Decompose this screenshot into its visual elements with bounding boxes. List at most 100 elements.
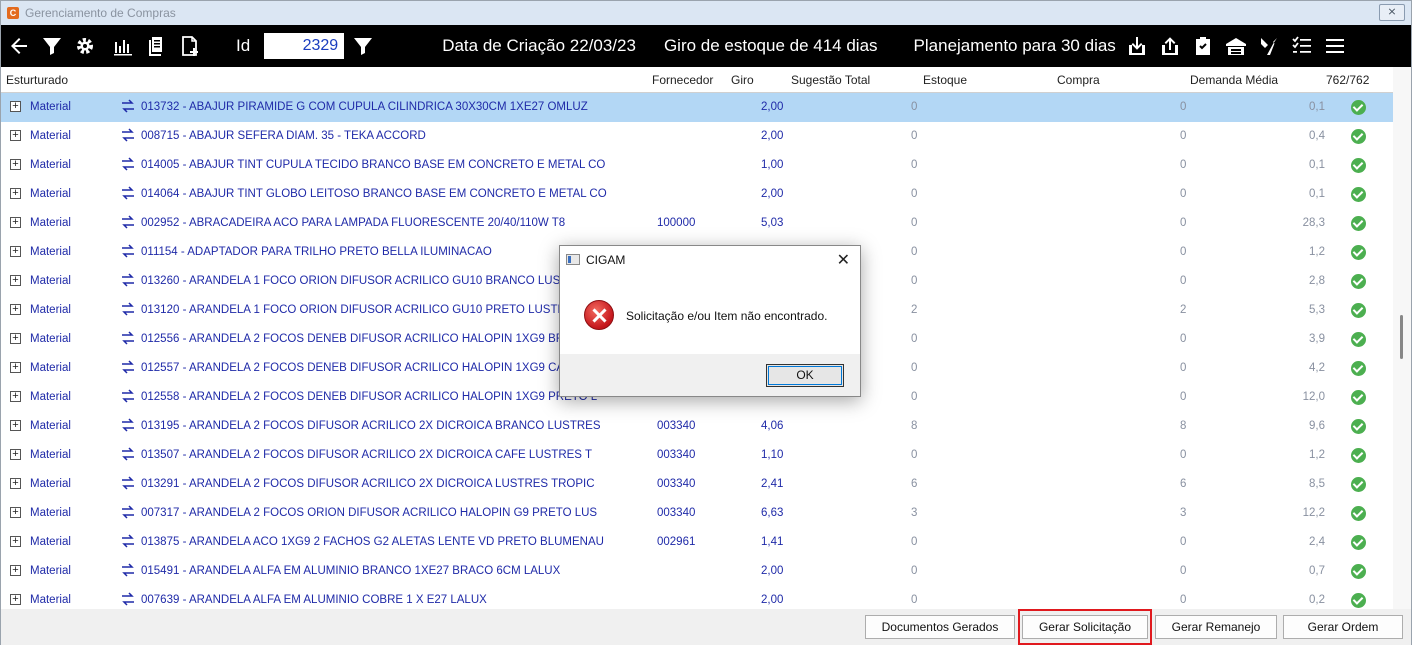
back-arrow-icon[interactable] [4,31,34,61]
column-purchase[interactable]: Compra [1057,73,1100,87]
upload-icon[interactable] [1155,31,1185,61]
window-close-button[interactable]: ⨯ [1379,4,1405,21]
column-avg-demand[interactable]: Demanda Média [1190,73,1278,87]
expand-icon[interactable]: + [10,536,21,547]
row-type: Material [30,304,71,316]
swap-icon[interactable] [121,302,135,316]
swap-icon[interactable] [121,244,135,258]
swap-icon[interactable] [121,476,135,490]
row-item: 008715 - ABAJUR SEFERA DIAM. 35 - TEKA A… [141,130,426,142]
table-row[interactable]: + Material 013875 - ARANDELA ACO 1XG9 2 FA… [1,528,1393,557]
table-row[interactable]: + Material 007639 - ARANDELA ALFA EM ALUMI… [1,586,1393,609]
generate-order-button[interactable]: Gerar Ordem [1283,615,1403,639]
dialog-close-icon[interactable]: ✕ [837,250,850,270]
table-row[interactable]: + Material 013291 - ARANDELA 2 FOCOS DIFUS… [1,470,1393,499]
column-structured[interactable]: Esturturado [6,73,68,87]
expand-icon[interactable]: + [10,362,21,373]
row-purchase: 0 [1180,362,1187,374]
warehouse-icon[interactable] [1221,31,1251,61]
vertical-scrollbar[interactable] [1393,67,1411,609]
row-stock: 0 [911,362,918,374]
swap-icon[interactable] [121,215,135,229]
table-row[interactable]: + Material 014064 - ABAJUR TINT GLOBO LEIT… [1,180,1393,209]
ok-button[interactable]: OK [766,364,844,387]
expand-icon[interactable]: + [10,391,21,402]
expand-icon[interactable]: + [10,594,21,605]
row-supplier: 003340 [657,507,696,519]
download-icon[interactable] [1122,31,1152,61]
row-stock: 0 [911,246,918,258]
expand-icon[interactable]: + [10,449,21,460]
swap-icon[interactable] [121,99,135,113]
table-row[interactable]: + Material 002952 - ABRACADEIRA ACO PARA L… [1,209,1393,238]
tools-icon[interactable] [1254,31,1284,61]
row-stock: 2 [911,304,918,316]
row-item: 015491 - ARANDELA ALFA EM ALUMINIO BRANC… [141,565,561,577]
id-input[interactable]: 2329 [264,33,345,59]
gear-icon[interactable] [70,31,100,61]
checklist-icon[interactable] [1287,31,1317,61]
table-row[interactable]: + Material 013195 - ARANDELA 2 FOCOS DIFUS… [1,412,1393,441]
window-title: Gerenciamento de Compras [25,6,176,20]
scrollbar-thumb[interactable] [1400,315,1403,359]
generate-relocation-button[interactable]: Gerar Remanejo [1155,615,1277,639]
swap-icon[interactable] [121,563,135,577]
expand-icon[interactable]: + [10,188,21,199]
swap-icon[interactable] [121,592,135,606]
column-total-suggestion[interactable]: Sugestão Total [791,73,870,87]
row-purchase: 0 [1180,246,1187,258]
table-row[interactable]: + Material 014005 - ABAJUR TINT CUPULA TEC… [1,151,1393,180]
id-filter-icon[interactable] [348,31,378,61]
expand-icon[interactable]: + [10,217,21,228]
expand-icon[interactable]: + [10,304,21,315]
generated-documents-button[interactable]: Documentos Gerados [865,615,1015,639]
swap-icon[interactable] [121,505,135,519]
expand-icon[interactable]: + [10,333,21,344]
column-turn[interactable]: Giro [731,73,754,87]
swap-icon[interactable] [121,128,135,142]
row-supplier: 003340 [657,449,696,461]
expand-icon[interactable]: + [10,159,21,170]
swap-icon[interactable] [121,186,135,200]
row-turn: 2,00 [761,101,784,113]
bar-chart-icon[interactable] [108,31,138,61]
error-icon [584,300,614,330]
filter-icon[interactable] [37,31,67,61]
column-stock[interactable]: Estoque [923,73,967,87]
expand-icon[interactable]: + [10,507,21,518]
swap-icon[interactable] [121,273,135,287]
table-row[interactable]: + Material 013507 - ARANDELA 2 FOCOS DIFUS… [1,441,1393,470]
swap-icon[interactable] [121,389,135,403]
expand-icon[interactable]: + [10,246,21,257]
row-turn: 2,41 [761,478,784,490]
swap-icon[interactable] [121,534,135,548]
swap-icon[interactable] [121,447,135,461]
column-supplier[interactable]: Fornecedor [652,73,713,87]
swap-icon[interactable] [121,418,135,432]
expand-icon[interactable]: + [10,130,21,141]
row-type: Material [30,507,71,519]
documents-icon[interactable] [141,31,171,61]
row-turn: 2,00 [761,594,784,606]
row-type: Material [30,130,71,142]
swap-icon[interactable] [121,157,135,171]
check-icon [1351,390,1366,405]
generate-request-button[interactable]: Gerar Solicitação [1022,615,1148,639]
title-bar: C Gerenciamento de Compras ⨯ [1,1,1411,25]
swap-icon[interactable] [121,360,135,374]
row-turn: 2,00 [761,130,784,142]
expand-icon[interactable]: + [10,420,21,431]
expand-icon[interactable]: + [10,478,21,489]
expand-icon[interactable]: + [10,565,21,576]
row-turn: 1,00 [761,159,784,171]
table-row[interactable]: + Material 007317 - ARANDELA 2 FOCOS ORION… [1,499,1393,528]
table-row[interactable]: + Material 013732 - ABAJUR PIRAMIDE G COM … [1,93,1393,122]
expand-icon[interactable]: + [10,101,21,112]
expand-icon[interactable]: + [10,275,21,286]
table-row[interactable]: + Material 015491 - ARANDELA ALFA EM ALUMI… [1,557,1393,586]
clipboard-icon[interactable] [1188,31,1218,61]
swap-icon[interactable] [121,331,135,345]
new-document-icon[interactable] [174,31,204,61]
menu-icon[interactable] [1320,31,1350,61]
table-row[interactable]: + Material 008715 - ABAJUR SEFERA DIAM. 35… [1,122,1393,151]
